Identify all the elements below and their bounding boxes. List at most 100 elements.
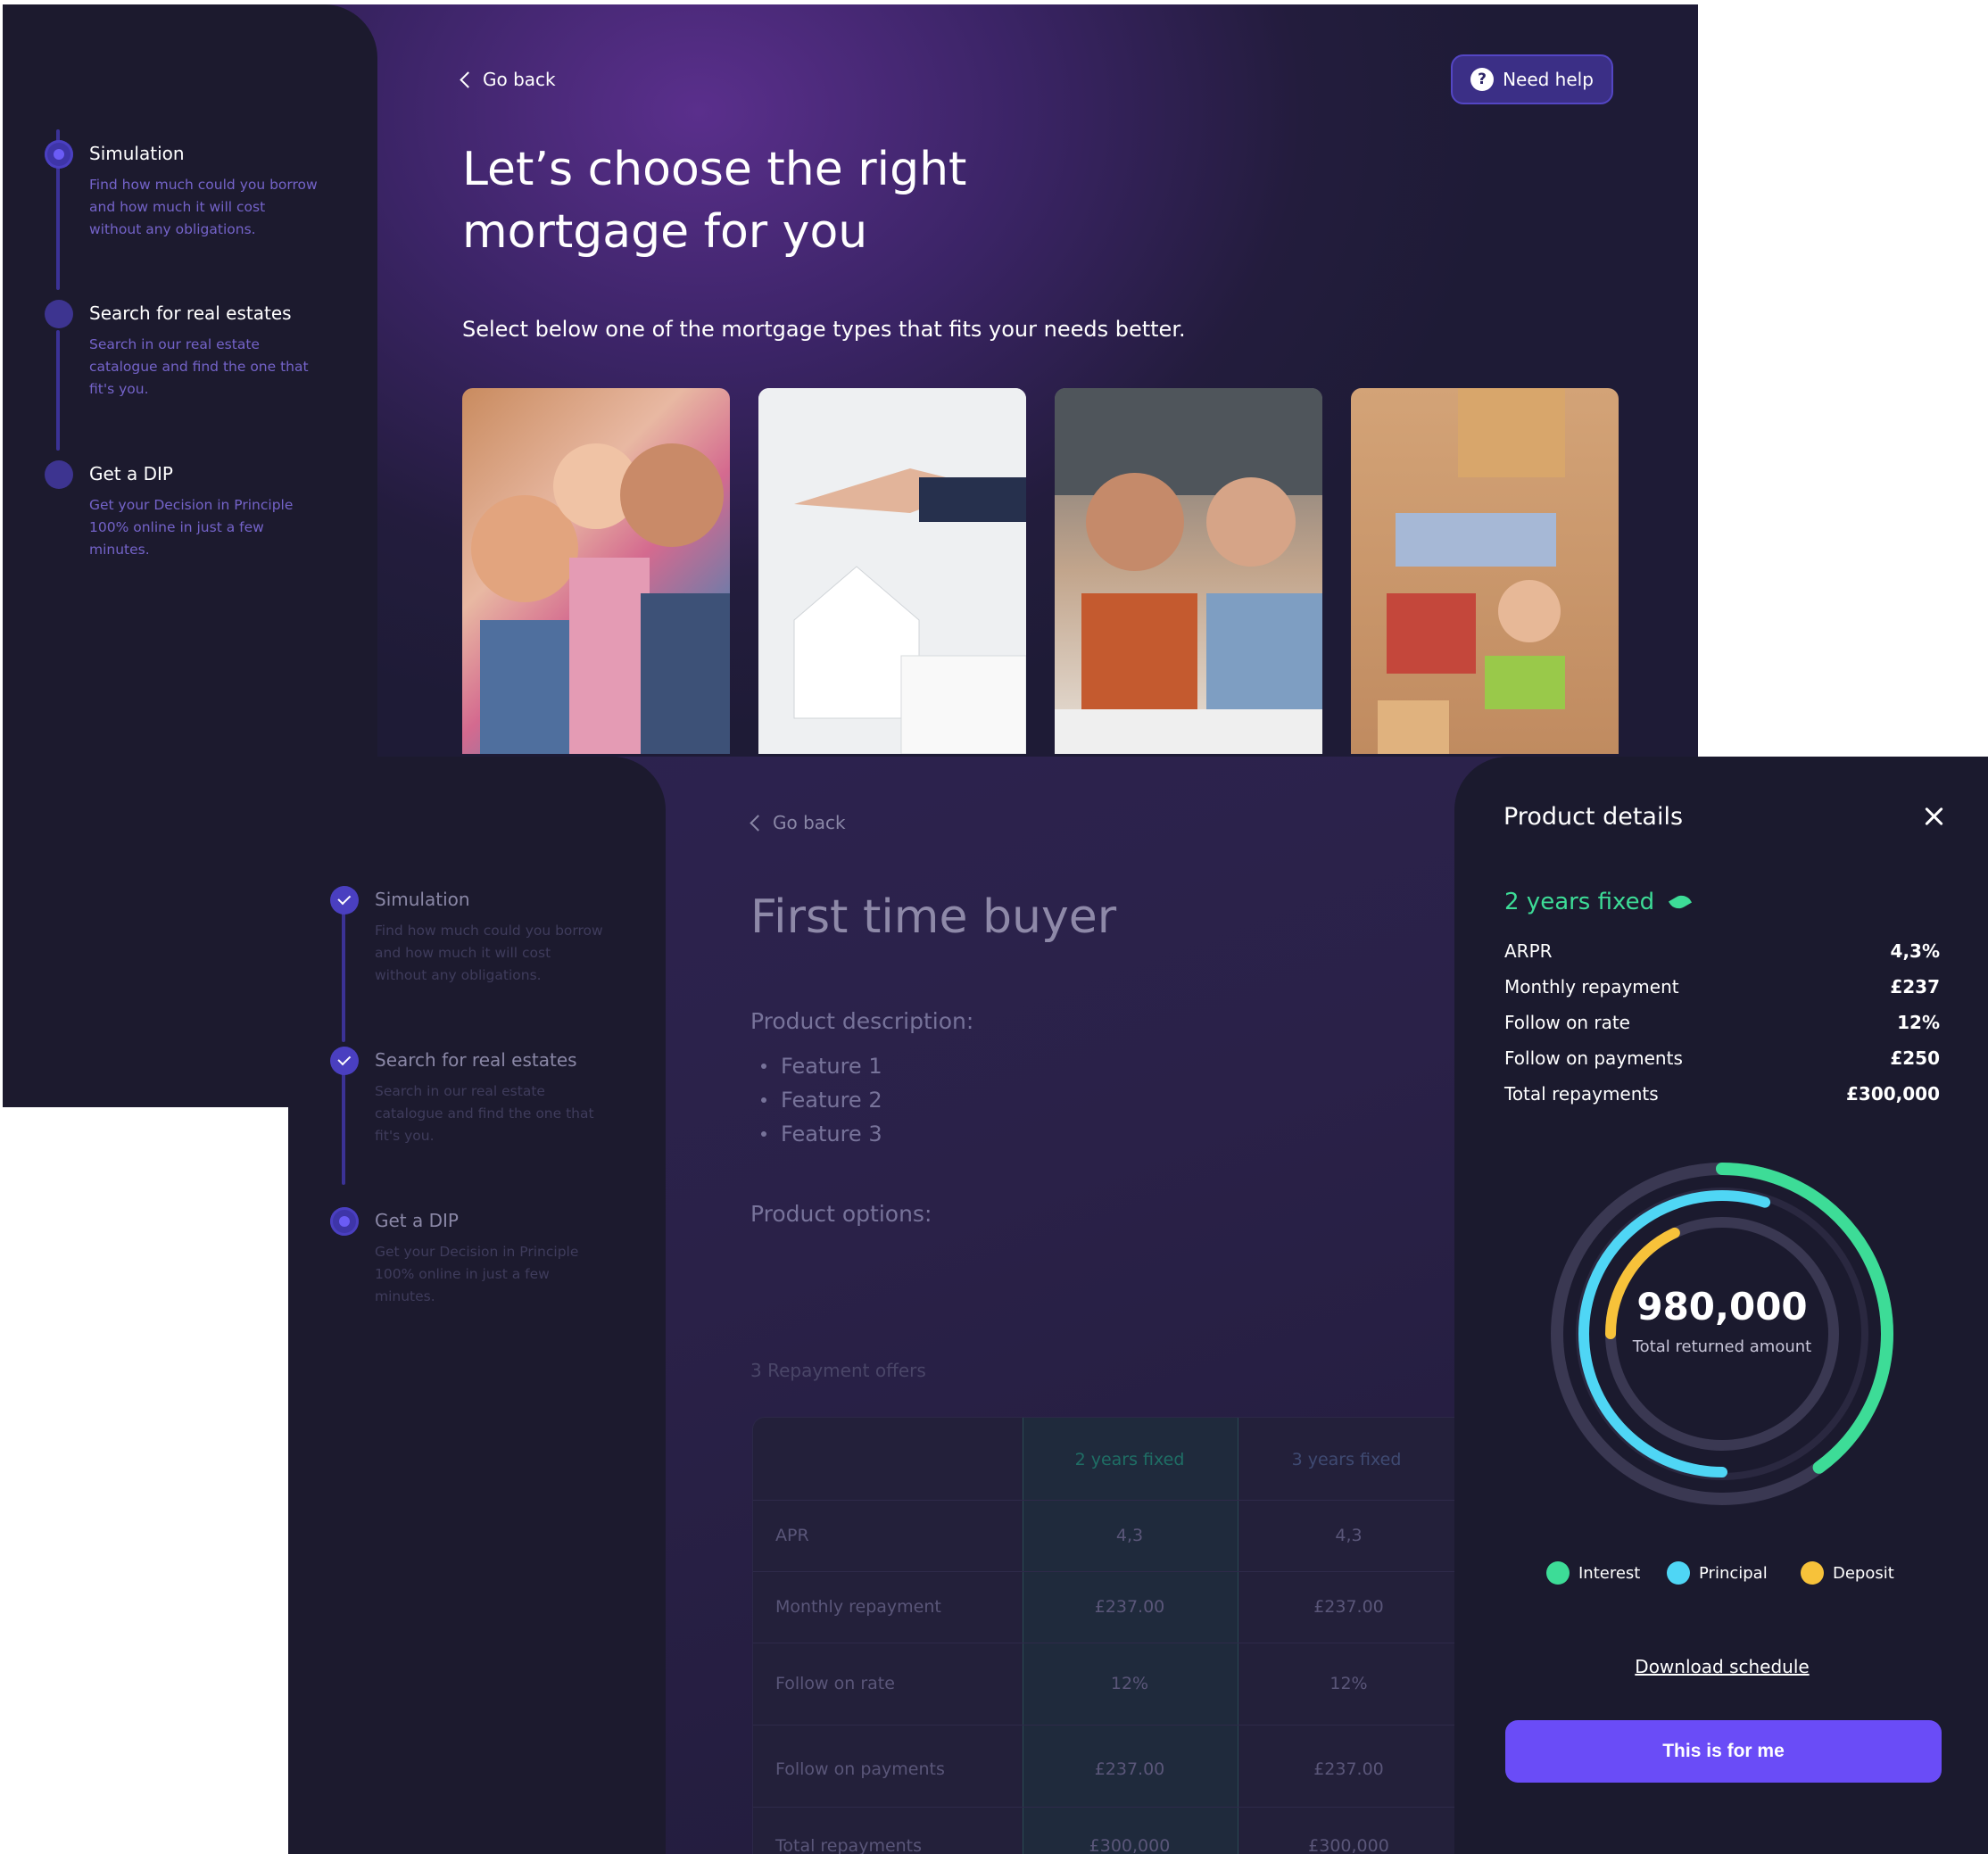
row-label: APR bbox=[775, 1526, 809, 1545]
page-title: First time buyer bbox=[750, 890, 1117, 944]
product-options-label: Product options: bbox=[750, 1201, 932, 1227]
step-title: Simulation bbox=[89, 143, 185, 164]
column-header-2-years-fixed[interactable]: 2 years fixed bbox=[1023, 1450, 1237, 1469]
column-header-3-years-fixed[interactable]: 3 years fixed bbox=[1239, 1450, 1454, 1469]
detail-label: Monthly repayment bbox=[1504, 976, 1679, 997]
panel-title: Product details bbox=[1503, 803, 1684, 831]
donut-total-value: 980,000 bbox=[1636, 1285, 1808, 1328]
step-dot-icon bbox=[45, 300, 73, 328]
row-label: Follow on payments bbox=[775, 1759, 945, 1779]
repayment-offers-count: 3 Repayment offers bbox=[750, 1360, 926, 1381]
step-title: Search for real estates bbox=[89, 302, 292, 324]
product-name-label: 2 years fixed bbox=[1504, 889, 1655, 915]
cell-value: 12% bbox=[1110, 1674, 1149, 1693]
donut-total-label: Total returned amount bbox=[1632, 1337, 1812, 1356]
family-lying-floor-image bbox=[1378, 388, 1565, 754]
go-back-label: Go back bbox=[773, 812, 846, 833]
couple-laptop-image bbox=[1055, 388, 1322, 754]
legend-label: Principal bbox=[1699, 1563, 1768, 1583]
table-row: APR 4,3 4,3 bbox=[753, 1500, 1467, 1572]
detail-value: 12% bbox=[1897, 1012, 1940, 1033]
detail-label: ARPR bbox=[1504, 940, 1553, 962]
need-help-label: Need help bbox=[1503, 69, 1594, 90]
go-back-link[interactable]: Go back bbox=[460, 69, 556, 90]
cell-value: £300,000 bbox=[1089, 1836, 1171, 1854]
step-title: Search for real estates bbox=[375, 1049, 577, 1071]
donut-segment-principal bbox=[1578, 1190, 1866, 1477]
feature-item: Feature 3 bbox=[761, 1117, 882, 1151]
this-is-for-me-button[interactable]: This is for me bbox=[1505, 1720, 1942, 1783]
step-title: Get a DIP bbox=[89, 463, 173, 484]
table-row: Monthly repayment £237.00 £237.00 bbox=[753, 1571, 1467, 1643]
step-connector bbox=[56, 330, 60, 451]
chevron-left-icon bbox=[750, 814, 766, 832]
product-name: 2 years fixed bbox=[1504, 889, 1693, 915]
step-description: Get your Decision in Principle 100% onli… bbox=[375, 1244, 579, 1304]
progress-sidebar: Simulation Find how much could you borro… bbox=[288, 757, 666, 1854]
go-back-label: Go back bbox=[483, 69, 556, 90]
handshake-house-image bbox=[758, 388, 1026, 754]
feature-item: Feature 1 bbox=[761, 1049, 882, 1083]
active-step-icon bbox=[330, 1207, 359, 1236]
active-step-icon bbox=[45, 140, 73, 169]
cell-value: £237.00 bbox=[1313, 1759, 1384, 1779]
detail-label: Follow on rate bbox=[1504, 1012, 1630, 1033]
step-title: Get a DIP bbox=[375, 1210, 459, 1231]
table-row: Follow on rate 12% 12% bbox=[753, 1643, 1467, 1726]
download-schedule-link[interactable]: Download schedule bbox=[1633, 1656, 1811, 1677]
mortgage-card-family-floor-photo[interactable] bbox=[1351, 388, 1619, 754]
family-photo-image bbox=[471, 443, 730, 754]
page-subtitle: Select below one of the mortgage types t… bbox=[462, 317, 1186, 342]
total-returned-donut-chart bbox=[1551, 1163, 1893, 1505]
step-description: Search in our real estate catalogue and … bbox=[375, 1083, 594, 1144]
cell-value: 4,3 bbox=[1335, 1526, 1363, 1545]
detail-label: Total repayments bbox=[1504, 1083, 1659, 1105]
legend-item-interest: Interest bbox=[1546, 1561, 1640, 1585]
detail-row: Total repayments £300,000 bbox=[1504, 1083, 1940, 1105]
detail-row: ARPR 4,3% bbox=[1504, 940, 1940, 962]
mortgage-card-couple-photo[interactable] bbox=[1055, 388, 1322, 754]
leaf-icon bbox=[1669, 891, 1693, 913]
detail-value: £237 bbox=[1890, 976, 1940, 997]
mortgage-card-family-photo[interactable] bbox=[462, 388, 730, 754]
cell-value: 4,3 bbox=[1115, 1526, 1144, 1545]
check-icon bbox=[330, 886, 359, 915]
detail-row: Monthly repayment £237 bbox=[1504, 976, 1940, 997]
deposit-swatch-icon bbox=[1801, 1561, 1824, 1585]
cell-value: £237.00 bbox=[1313, 1597, 1384, 1617]
mortgage-card-handshake-photo[interactable] bbox=[758, 388, 1026, 754]
detail-value: £300,000 bbox=[1845, 1083, 1940, 1105]
legend-label: Interest bbox=[1578, 1563, 1641, 1583]
step-title: Simulation bbox=[375, 889, 470, 910]
detail-value: £250 bbox=[1890, 1047, 1940, 1069]
feature-item: Feature 2 bbox=[761, 1083, 882, 1117]
detail-value: 4,3% bbox=[1890, 940, 1940, 962]
step-description: Get your Decision in Principle 100% onli… bbox=[89, 497, 294, 558]
step-dot-icon bbox=[45, 460, 73, 489]
page-title: Let’s choose the right mortgage for you bbox=[462, 143, 967, 259]
product-description-label: Product description: bbox=[750, 1008, 974, 1034]
detail-row: Follow on rate 12% bbox=[1504, 1012, 1940, 1033]
row-label: Follow on rate bbox=[775, 1674, 895, 1693]
check-icon bbox=[330, 1047, 359, 1075]
chevron-left-icon bbox=[460, 70, 476, 88]
cell-value: 12% bbox=[1329, 1674, 1368, 1693]
row-label: Monthly repayment bbox=[775, 1597, 941, 1617]
cell-value: £237.00 bbox=[1094, 1597, 1165, 1617]
legend-label: Deposit bbox=[1833, 1563, 1894, 1583]
help-icon: ? bbox=[1470, 68, 1495, 91]
step-description: Search in our real estate catalogue and … bbox=[89, 336, 309, 397]
interest-swatch-icon bbox=[1546, 1561, 1570, 1585]
legend-item-principal: Principal bbox=[1667, 1561, 1768, 1585]
go-back-link[interactable]: Go back bbox=[750, 812, 846, 833]
detail-row: Follow on payments £250 bbox=[1504, 1047, 1940, 1069]
close-icon[interactable] bbox=[1921, 803, 1948, 830]
feature-list: Feature 1 Feature 2 Feature 3 bbox=[761, 1049, 882, 1151]
row-label: Total repayments bbox=[775, 1836, 923, 1854]
table-row: Follow on payments £237.00 £237.00 bbox=[753, 1725, 1467, 1808]
cell-value: £300,000 bbox=[1308, 1836, 1389, 1854]
step-description: Find how much could you borrow and how m… bbox=[89, 177, 318, 237]
need-help-button[interactable]: ? Need help bbox=[1451, 54, 1613, 104]
cell-value: £237.00 bbox=[1094, 1759, 1165, 1779]
principal-swatch-icon bbox=[1667, 1561, 1690, 1585]
